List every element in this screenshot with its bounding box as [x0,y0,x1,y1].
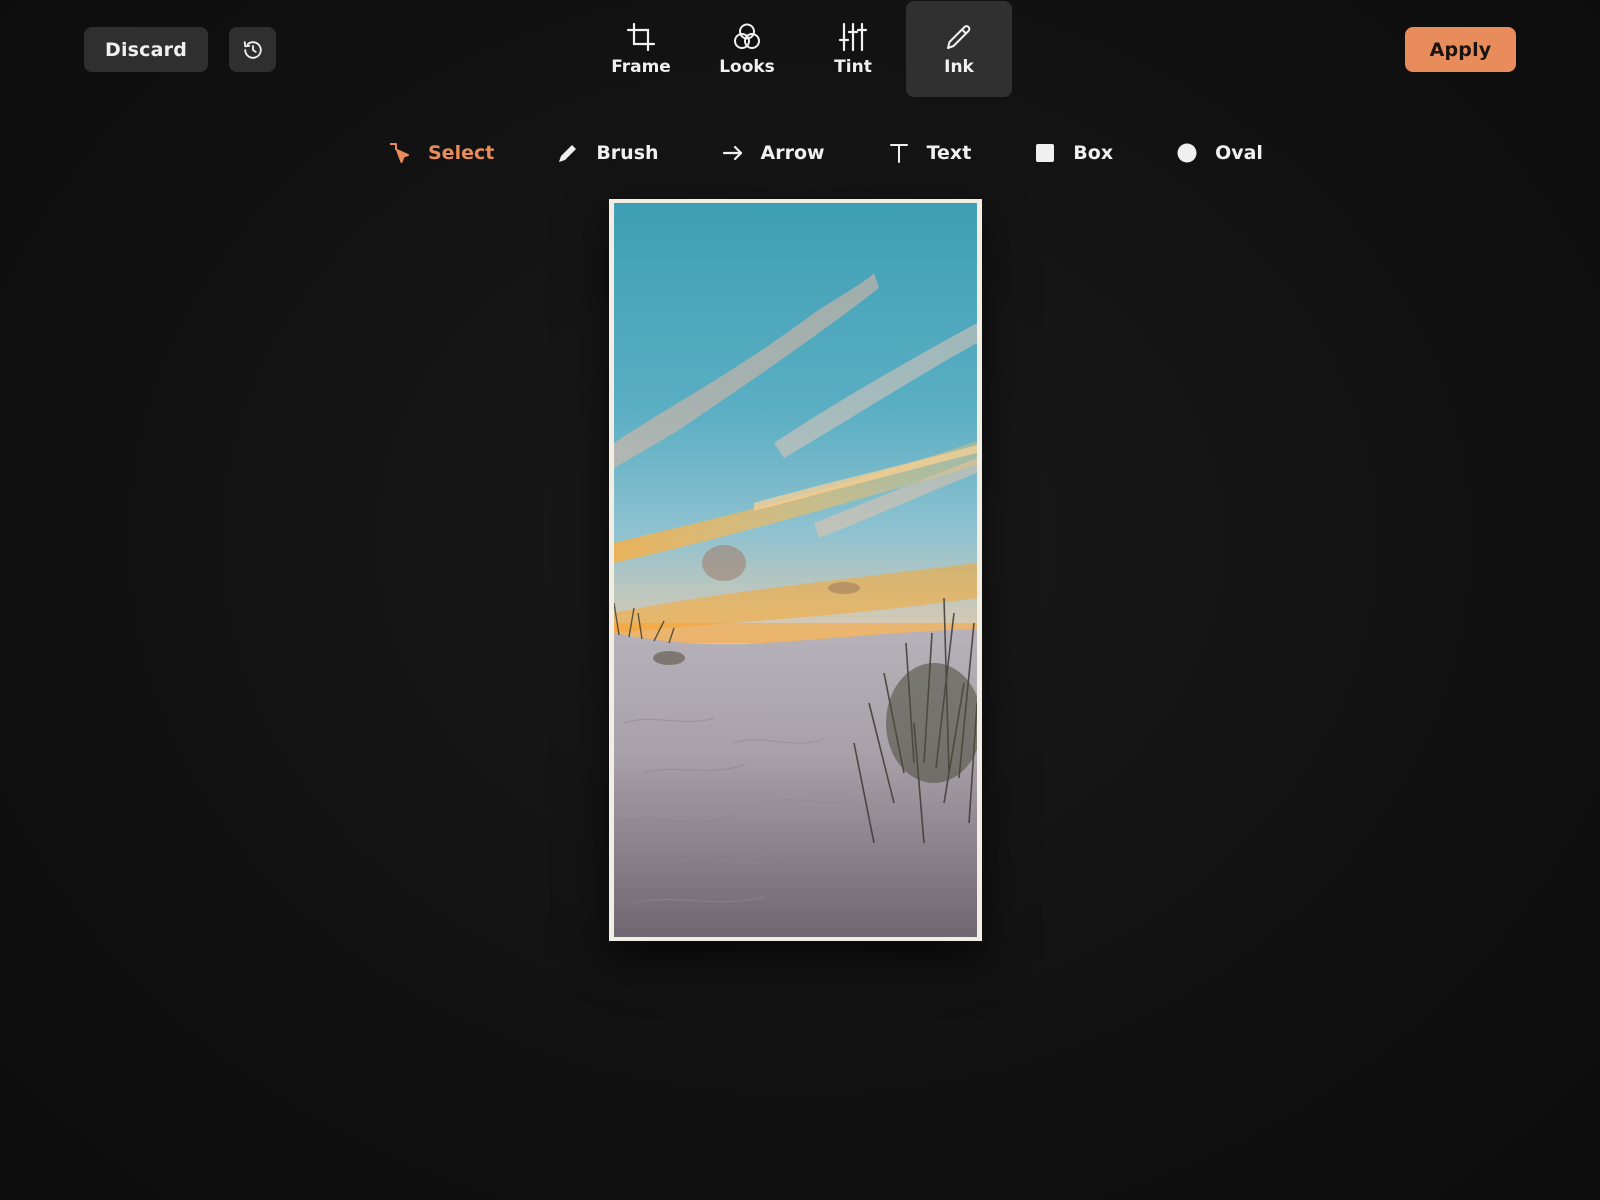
crop-icon [626,22,656,52]
tab-frame[interactable]: Frame [588,1,694,97]
text-icon [887,141,911,165]
tool-text[interactable]: Text [887,141,972,165]
tool-box[interactable]: Box [1033,141,1113,165]
tool-arrow-label: Arrow [760,142,825,164]
photo-canvas[interactable] [609,199,982,941]
filters-icon [734,23,760,49]
tab-tint[interactable]: Tint [800,1,906,97]
history-icon [243,40,262,59]
photo-editor: Discard Frame Looks Tint Ink Apply Selec… [0,0,1600,1200]
tool-box-label: Box [1073,142,1114,164]
history-button[interactable] [229,27,276,72]
tool-text-label: Text [926,142,972,164]
mode-tabs: Frame Looks Tint Ink [588,1,1012,97]
pencil-icon [947,25,971,49]
circle-icon [1175,141,1199,165]
select-pointer-icon [388,141,412,165]
arrow-right-icon [721,141,745,165]
sunset-beach-dunes-photo [614,203,977,937]
tool-brush[interactable]: Brush [556,141,659,165]
tab-ink-label: Ink [944,57,974,77]
tab-tint-label: Tint [834,57,872,77]
sliders-icon [838,22,868,52]
tab-looks-label: Looks [719,57,775,77]
tool-oval-label: Oval [1215,142,1263,164]
tool-brush-label: Brush [596,142,659,164]
ink-toolbar: Select Brush Arrow Text Box Oval [388,137,1263,169]
square-icon [1033,141,1057,165]
tool-arrow[interactable]: Arrow [721,141,825,165]
tab-looks[interactable]: Looks [694,1,800,97]
apply-button[interactable]: Apply [1405,27,1516,72]
discard-button[interactable]: Discard [84,27,208,72]
tool-select-label: Select [428,142,495,164]
tool-select[interactable]: Select [388,141,494,165]
brush-icon [556,141,580,165]
tab-ink[interactable]: Ink [906,1,1012,97]
tool-oval[interactable]: Oval [1175,141,1263,165]
tab-frame-label: Frame [611,57,671,77]
